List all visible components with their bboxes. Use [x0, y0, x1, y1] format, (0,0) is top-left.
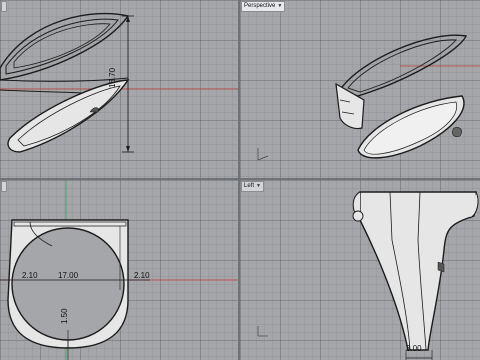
ring-front-model — [7, 219, 129, 349]
viewport-menu-arrow-icon[interactable]: ▼ — [277, 2, 282, 11]
left-viewport-title[interactable]: Left ▼ — [241, 181, 264, 192]
perspective-viewport-title[interactable]: Perspective ▼ — [241, 1, 286, 12]
front-view-canvas — [0, 180, 238, 360]
top-view-canvas — [0, 12, 238, 153]
top-viewport[interactable]: 18.70 — [0, 0, 238, 178]
left-view-canvas — [257, 191, 479, 360]
left-thickness-label: 2.10 — [22, 271, 38, 280]
top-viewport-title[interactable] — [1, 1, 7, 12]
axis-gizmo — [257, 326, 268, 337]
viewport-menu-arrow-icon[interactable]: ▼ — [256, 182, 261, 191]
rhino-app: 18.70 Perspective ▼ 2.10 17.00 2.10 1.50… — [0, 0, 480, 360]
perspective-viewport[interactable]: Perspective ▼ — [240, 0, 480, 178]
front-viewport[interactable]: 2.10 17.00 2.10 1.50 — [0, 180, 238, 360]
left-viewport[interactable]: 3.00 Left ▼ — [240, 180, 480, 360]
bottom-thickness-label: 1.50 — [60, 308, 69, 324]
ring-left-model — [352, 191, 479, 351]
left-viewport-label: Left — [244, 183, 255, 189]
ring-perspective-model — [335, 34, 467, 159]
inner-diameter-label: 17.00 — [58, 271, 79, 280]
axis-gizmo — [257, 148, 269, 161]
right-thickness-label: 2.10 — [134, 271, 150, 280]
perspective-view-canvas — [257, 34, 480, 161]
front-viewport-title[interactable] — [1, 181, 7, 192]
height-dimension-label: 18.70 — [108, 67, 117, 88]
perspective-viewport-label: Perspective — [244, 3, 276, 9]
base-width-label: 3.00 — [406, 344, 422, 353]
